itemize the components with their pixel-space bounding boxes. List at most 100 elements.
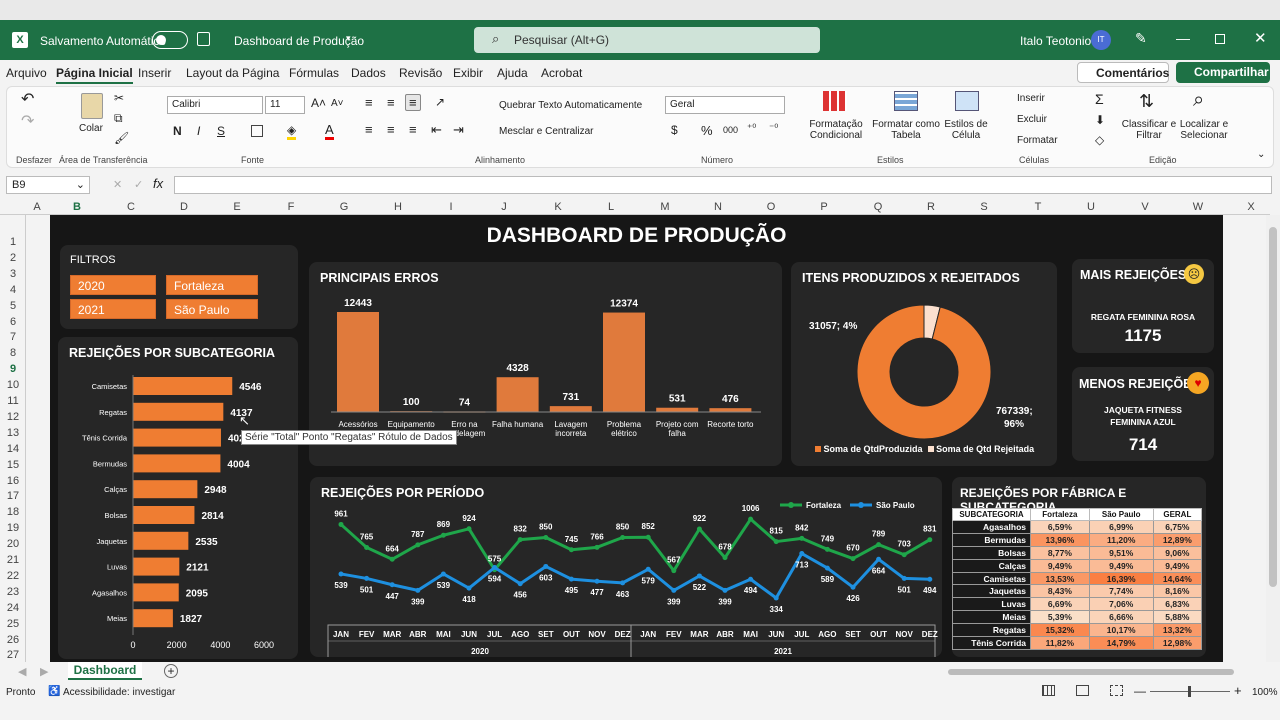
column-header[interactable]: K (548, 201, 568, 213)
pen-icon[interactable]: ✎ (1135, 30, 1147, 47)
document-title[interactable]: Dashboard de Produção (234, 34, 364, 48)
save-icon[interactable] (197, 32, 210, 46)
column-header[interactable]: P (814, 201, 834, 213)
table-header-cell[interactable]: SUBCATEGORIA (952, 508, 1031, 521)
row-header[interactable]: 19 (0, 522, 26, 534)
column-header[interactable]: D (174, 201, 194, 213)
conditional-format-button[interactable]: Formatação Condicional (803, 119, 869, 141)
column-header[interactable]: F (281, 201, 301, 213)
wrap-text-button[interactable]: Quebrar Texto Automaticamente (499, 100, 642, 111)
conditional-format-icon[interactable] (823, 91, 847, 111)
share-button[interactable]: Compartilhar (1176, 62, 1270, 83)
close-icon[interactable]: ✕ (1254, 29, 1267, 47)
row-header[interactable]: 10 (0, 379, 26, 391)
formula-input[interactable] (174, 176, 1272, 194)
shrink-font-icon[interactable]: A˅ (331, 98, 344, 109)
column-header[interactable]: H (388, 201, 408, 213)
merge-center-button[interactable]: Mesclar e Centralizar (499, 126, 593, 137)
tab-inserir[interactable]: Inserir (138, 66, 171, 80)
column-header[interactable]: S (974, 201, 994, 213)
normal-view-icon[interactable] (1042, 685, 1055, 696)
grow-font-icon[interactable]: A˄ (311, 96, 326, 110)
name-box[interactable]: B9 ⌄ (6, 176, 90, 194)
cell-styles-button[interactable]: Estilos de Célula (941, 119, 991, 141)
zoom-level[interactable]: 100% (1252, 687, 1278, 698)
tab-pagina-inicial[interactable]: Página Inicial (56, 66, 133, 84)
subcategory-chart[interactable]: Camisetas 4546Regatas 4137Tênis Corrida 402… (58, 337, 298, 659)
decimal-increase-icon[interactable]: ⁺⁰ (747, 123, 756, 134)
align-top-icon[interactable]: ≡ (365, 95, 373, 110)
sheet-nav-next-icon[interactable]: ▶ (40, 665, 48, 678)
column-header[interactable]: W (1188, 201, 1208, 213)
undo-icon[interactable]: ↶ (21, 89, 34, 109)
column-header[interactable]: R (921, 201, 941, 213)
column-header[interactable]: V (1135, 201, 1155, 213)
zoom-slider[interactable] (1150, 686, 1230, 697)
filter-saopaulo-button[interactable]: São Paulo (166, 299, 258, 319)
row-header[interactable]: 22 (0, 570, 26, 582)
fill-icon[interactable]: ⬇ (1095, 113, 1105, 127)
tab-ajuda[interactable]: Ajuda (497, 66, 528, 80)
filter-2021-button[interactable]: 2021 (70, 299, 156, 319)
row-header[interactable]: 18 (0, 506, 26, 518)
column-header[interactable]: C (121, 201, 141, 213)
column-header[interactable]: U (1081, 201, 1101, 213)
font-name-select[interactable]: Calibri (167, 96, 263, 114)
cancel-formula-icon[interactable]: ✕ (113, 178, 122, 191)
column-header[interactable]: A (27, 201, 47, 213)
column-header[interactable]: I (441, 201, 461, 213)
row-header[interactable]: 8 (0, 347, 26, 359)
row-header[interactable]: 9 (0, 363, 26, 375)
zoom-out-icon[interactable]: — (1134, 684, 1146, 698)
row-header[interactable]: 27 (0, 649, 26, 661)
row-header[interactable]: 24 (0, 602, 26, 614)
insert-function-icon[interactable]: fx (153, 176, 163, 191)
column-header[interactable]: T (1028, 201, 1048, 213)
row-header[interactable]: 14 (0, 443, 26, 455)
filter-fortaleza-button[interactable]: Fortaleza (166, 275, 258, 295)
fill-color-icon[interactable]: ◈ (287, 123, 297, 140)
indent-decrease-icon[interactable]: ⇤ (431, 122, 442, 138)
horizontal-scrollbar[interactable] (938, 667, 1264, 677)
row-header[interactable]: 17 (0, 490, 26, 502)
avatar[interactable]: IT (1091, 30, 1111, 50)
format-cells-button[interactable]: Formatar (1017, 135, 1058, 146)
zoom-in-icon[interactable]: + (1234, 683, 1242, 698)
paste-label[interactable]: Colar (79, 123, 103, 134)
row-header[interactable]: 2 (0, 252, 26, 264)
column-header[interactable]: B (67, 201, 87, 213)
row-header[interactable]: 21 (0, 554, 26, 566)
find-select-button[interactable]: Localizar e Selecionar (1173, 119, 1235, 141)
row-header[interactable]: 23 (0, 586, 26, 598)
align-right-icon[interactable]: ≡ (409, 122, 417, 137)
currency-icon[interactable]: $ (671, 123, 678, 137)
row-header[interactable]: 3 (0, 268, 26, 280)
delete-cells-button[interactable]: Excluir (1017, 114, 1047, 125)
insert-cells-button[interactable]: Inserir (1017, 93, 1045, 104)
cell-styles-icon[interactable] (955, 91, 979, 111)
row-header[interactable]: 4 (0, 284, 26, 296)
restore-icon[interactable] (1215, 34, 1225, 44)
underline-icon[interactable]: S (217, 124, 225, 138)
page-layout-icon[interactable] (1076, 685, 1089, 696)
column-header[interactable]: X (1241, 201, 1261, 213)
tab-revisao[interactable]: Revisão (399, 66, 442, 80)
paste-icon[interactable] (81, 93, 103, 119)
copy-icon[interactable]: ⧉ (114, 111, 123, 126)
period-chart[interactable]: Fortaleza São Paulo 961 765 664 787 869 924 575 8… (310, 477, 942, 657)
vertical-scrollbar[interactable] (1266, 215, 1280, 665)
font-color-icon[interactable]: A (325, 122, 334, 140)
clear-icon[interactable]: ◇ (1095, 133, 1104, 147)
sort-filter-button[interactable]: Classificar e Filtrar (1121, 119, 1177, 141)
percent-icon[interactable]: % (701, 123, 713, 138)
row-header[interactable]: 7 (0, 331, 26, 343)
number-format-select[interactable]: Geral (665, 96, 785, 114)
align-middle-icon[interactable]: ≡ (387, 95, 395, 110)
font-size-select[interactable]: 11 (265, 96, 305, 114)
sheet-tab-dashboard[interactable]: Dashboard (68, 662, 142, 680)
tab-formulas[interactable]: Fórmulas (289, 66, 339, 80)
cut-icon[interactable]: ✂ (114, 91, 124, 105)
row-header[interactable]: 1 (0, 236, 26, 248)
tab-layout[interactable]: Layout da Página (186, 66, 279, 80)
indent-increase-icon[interactable]: ⇥ (453, 122, 464, 138)
